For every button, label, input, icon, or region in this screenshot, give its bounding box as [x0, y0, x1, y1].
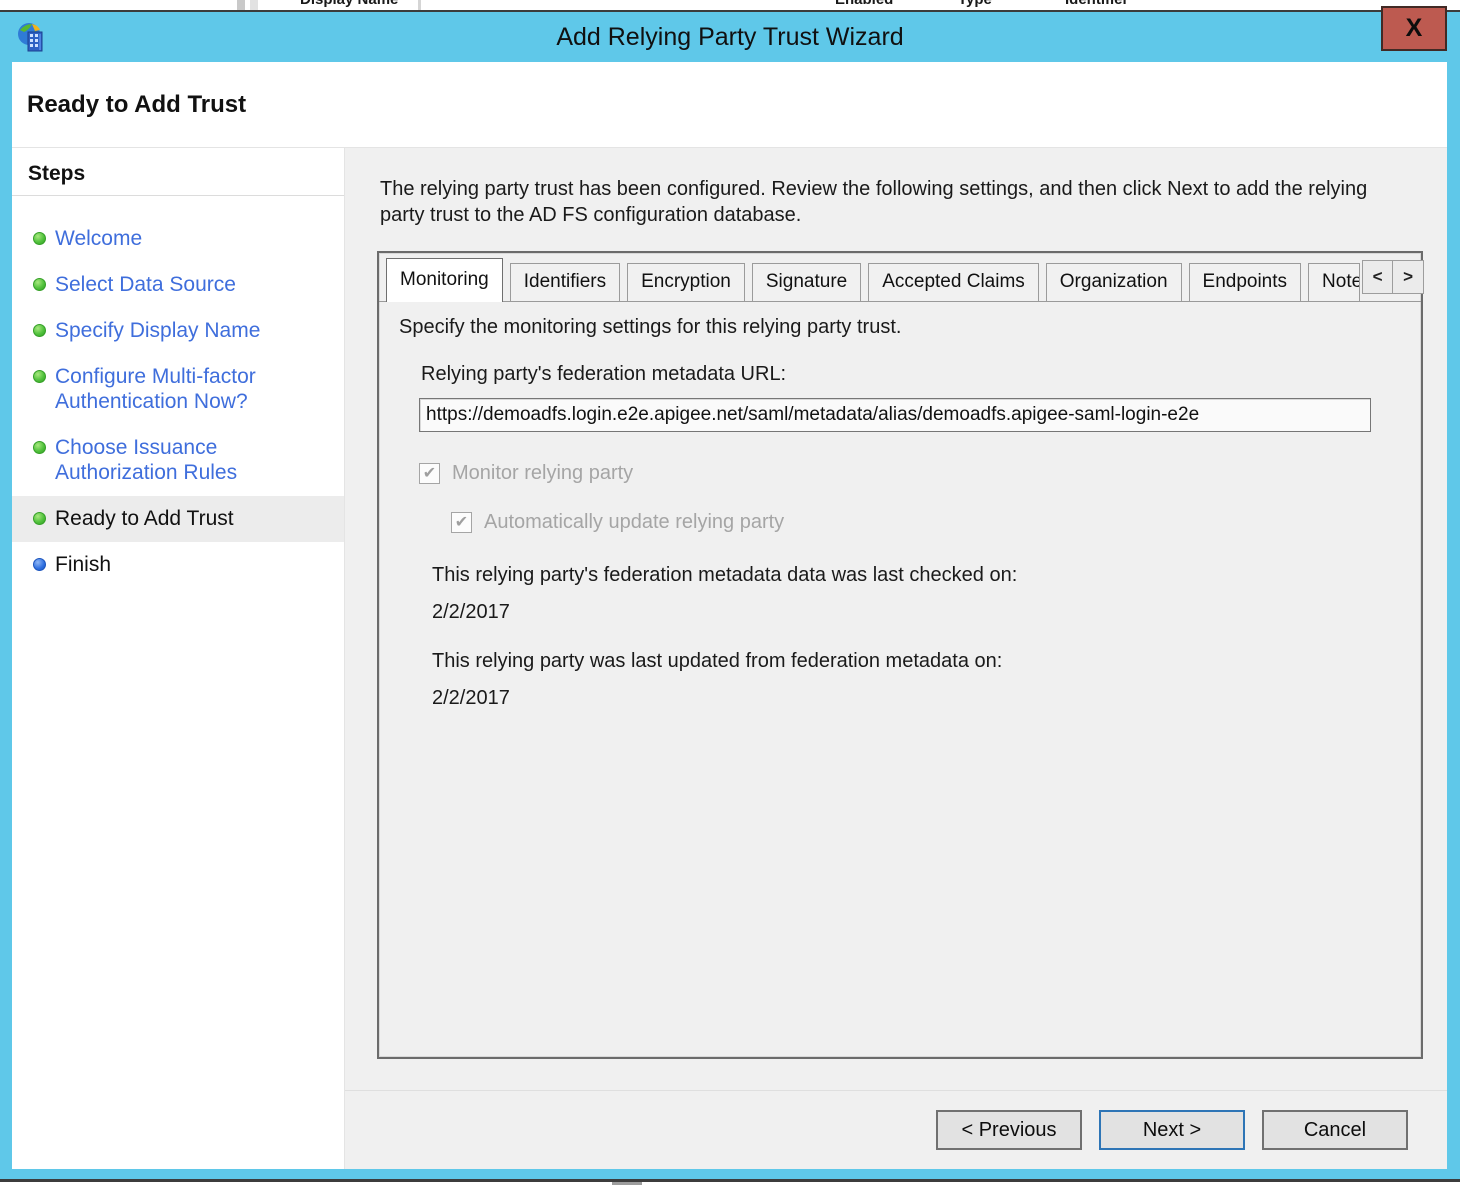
chevron-left-icon: < — [1373, 267, 1383, 287]
main-panel: The relying party trust has been configu… — [345, 148, 1447, 1169]
green-step-bullet-icon — [33, 324, 46, 337]
checkmark-icon: ✔ — [455, 515, 468, 531]
tab-monitoring[interactable]: Monitoring — [386, 258, 503, 302]
sidebar-step-configure-multi-factor-authentication-now: Configure Multi-factor Authentication No… — [12, 354, 344, 425]
tab-encryption[interactable]: Encryption — [627, 263, 745, 301]
background-column-header: Enabled — [835, 0, 893, 8]
step-label: Specify Display Name — [55, 319, 260, 342]
tab-signature[interactable]: Signature — [752, 263, 861, 301]
dialog-content: Ready to Add Trust Steps Welcome Select D… — [12, 62, 1447, 1169]
window-title: Add Relying Party Trust Wizard — [556, 23, 903, 52]
last-checked-label: This relying party's federation metadata… — [432, 564, 1399, 587]
green-step-bullet-icon — [33, 441, 46, 454]
step-label: Configure Multi-factor Authentication No… — [55, 365, 256, 413]
last-updated-date: 2/2/2017 — [432, 687, 1399, 710]
page-title: Ready to Add Trust — [27, 91, 246, 119]
step-label: Welcome — [55, 227, 142, 250]
intro-text: The relying party trust has been configu… — [380, 176, 1380, 228]
close-button[interactable]: X — [1381, 6, 1447, 51]
tab-note[interactable]: Note — [1308, 263, 1360, 301]
metadata-url-input[interactable] — [419, 398, 1371, 432]
monitor-relying-party-label: Monitor relying party — [452, 462, 633, 485]
monitoring-instruction: Specify the monitoring settings for this… — [399, 316, 1399, 339]
titlebar[interactable]: Add Relying Party Trust Wizard X — [0, 12, 1460, 62]
step-label: Finish — [55, 553, 111, 576]
tab-scroll-left-button[interactable]: < — [1362, 260, 1393, 294]
step-label: Choose Issuance Authorization Rules — [55, 436, 237, 484]
last-updated-label: This relying party was last updated from… — [432, 650, 1399, 673]
close-icon: X — [1406, 14, 1423, 43]
wizard-button-bar: < Previous Next > Cancel — [345, 1090, 1447, 1169]
tab-identifiers[interactable]: Identifiers — [510, 263, 620, 301]
auto-update-row: ✔ Automatically update relying party — [451, 511, 1399, 534]
tab-strip: MonitoringIdentifiersEncryptionSignature… — [379, 253, 1421, 302]
checkmark-icon: ✔ — [423, 466, 436, 482]
last-checked-date: 2/2/2017 — [432, 601, 1399, 624]
sidebar-step-choose-issuance-authorization-rules: Choose Issuance Authorization Rules — [12, 425, 344, 496]
sidebar-step-welcome: Welcome — [12, 216, 344, 262]
tab-organization[interactable]: Organization — [1046, 263, 1182, 301]
step-label: Ready to Add Trust — [55, 507, 234, 530]
green-step-bullet-icon — [33, 278, 46, 291]
add-relying-party-trust-wizard-window: Add Relying Party Trust Wizard X Ready t… — [0, 10, 1460, 1182]
steps-list: Welcome Select Data Source Specify Display… — [12, 196, 344, 588]
green-step-bullet-icon — [33, 370, 46, 383]
steps-sidebar: Steps Welcome Select Data Source Specify D… — [12, 148, 345, 1169]
sidebar-step-specify-display-name: Specify Display Name — [12, 308, 344, 354]
background-divider-sliver — [418, 0, 421, 10]
background-column-header: Type — [958, 0, 992, 8]
tab-scroll-right-button[interactable]: > — [1393, 260, 1424, 294]
background-scrollbar-sliver — [237, 0, 245, 10]
monitoring-tab-page: Specify the monitoring settings for this… — [379, 302, 1421, 710]
chevron-right-icon: > — [1403, 267, 1413, 287]
auto-update-checkbox: ✔ — [451, 512, 472, 533]
previous-button[interactable]: < Previous — [936, 1110, 1082, 1150]
background-column-header: Identifier — [1065, 0, 1128, 8]
cancel-button[interactable]: Cancel — [1262, 1110, 1408, 1150]
metadata-url-label: Relying party's federation metadata URL: — [421, 363, 1399, 386]
auto-update-label: Automatically update relying party — [484, 511, 784, 534]
properties-tab-control: MonitoringIdentifiersEncryptionSignature… — [377, 251, 1423, 1059]
page-header: Ready to Add Trust — [12, 62, 1447, 148]
sidebar-step-finish: Finish — [12, 542, 344, 588]
green-step-bullet-icon — [33, 232, 46, 245]
step-label: Select Data Source — [55, 273, 236, 296]
blue-step-bullet-icon — [33, 558, 46, 571]
next-button[interactable]: Next > — [1099, 1110, 1245, 1150]
tab-scrollers: < > — [1362, 260, 1424, 294]
tab-endpoints[interactable]: Endpoints — [1189, 263, 1302, 301]
monitor-relying-party-checkbox: ✔ — [419, 463, 440, 484]
green-step-bullet-icon — [33, 512, 46, 525]
monitor-relying-party-row: ✔ Monitor relying party — [419, 462, 1399, 485]
steps-title: Steps — [12, 148, 344, 195]
sidebar-step-ready-to-add-trust: Ready to Add Trust — [12, 496, 344, 542]
background-scrollbar-sliver — [250, 0, 258, 10]
background-window-strip: Display Name Enabled Type Identifier — [0, 0, 1463, 10]
adfs-wizard-icon — [16, 21, 50, 55]
sidebar-step-select-data-source: Select Data Source — [12, 262, 344, 308]
background-column-header: Display Name — [300, 0, 398, 8]
tab-accepted-claims[interactable]: Accepted Claims — [868, 263, 1039, 301]
